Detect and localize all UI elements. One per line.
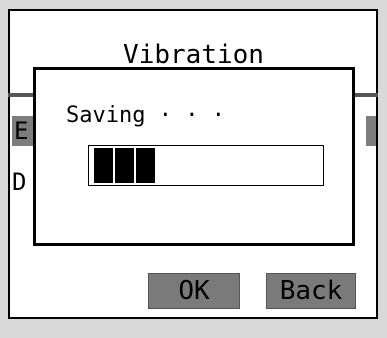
- menu-item-highlight[interactable]: E: [12, 116, 34, 146]
- progress-segment: [94, 148, 113, 183]
- menu-item-highlight-edge: [366, 116, 376, 146]
- progress-fill: [91, 148, 321, 183]
- progress-bar: [88, 145, 324, 186]
- progress-segment: [136, 148, 155, 183]
- ok-button[interactable]: OK: [148, 273, 240, 309]
- menu-row-label: D: [12, 168, 27, 196]
- bottom-strip: [0, 319, 387, 338]
- progress-segment: [115, 148, 134, 183]
- saving-dialog: Saving · · ·: [33, 67, 355, 246]
- dialog-message: Saving · · ·: [66, 103, 225, 128]
- page-title: Vibration: [123, 40, 264, 70]
- back-button[interactable]: Back: [266, 273, 356, 309]
- device-frame: Vibration E D Saving · · · OK Back: [0, 0, 387, 338]
- menu-item-label: E: [14, 117, 29, 145]
